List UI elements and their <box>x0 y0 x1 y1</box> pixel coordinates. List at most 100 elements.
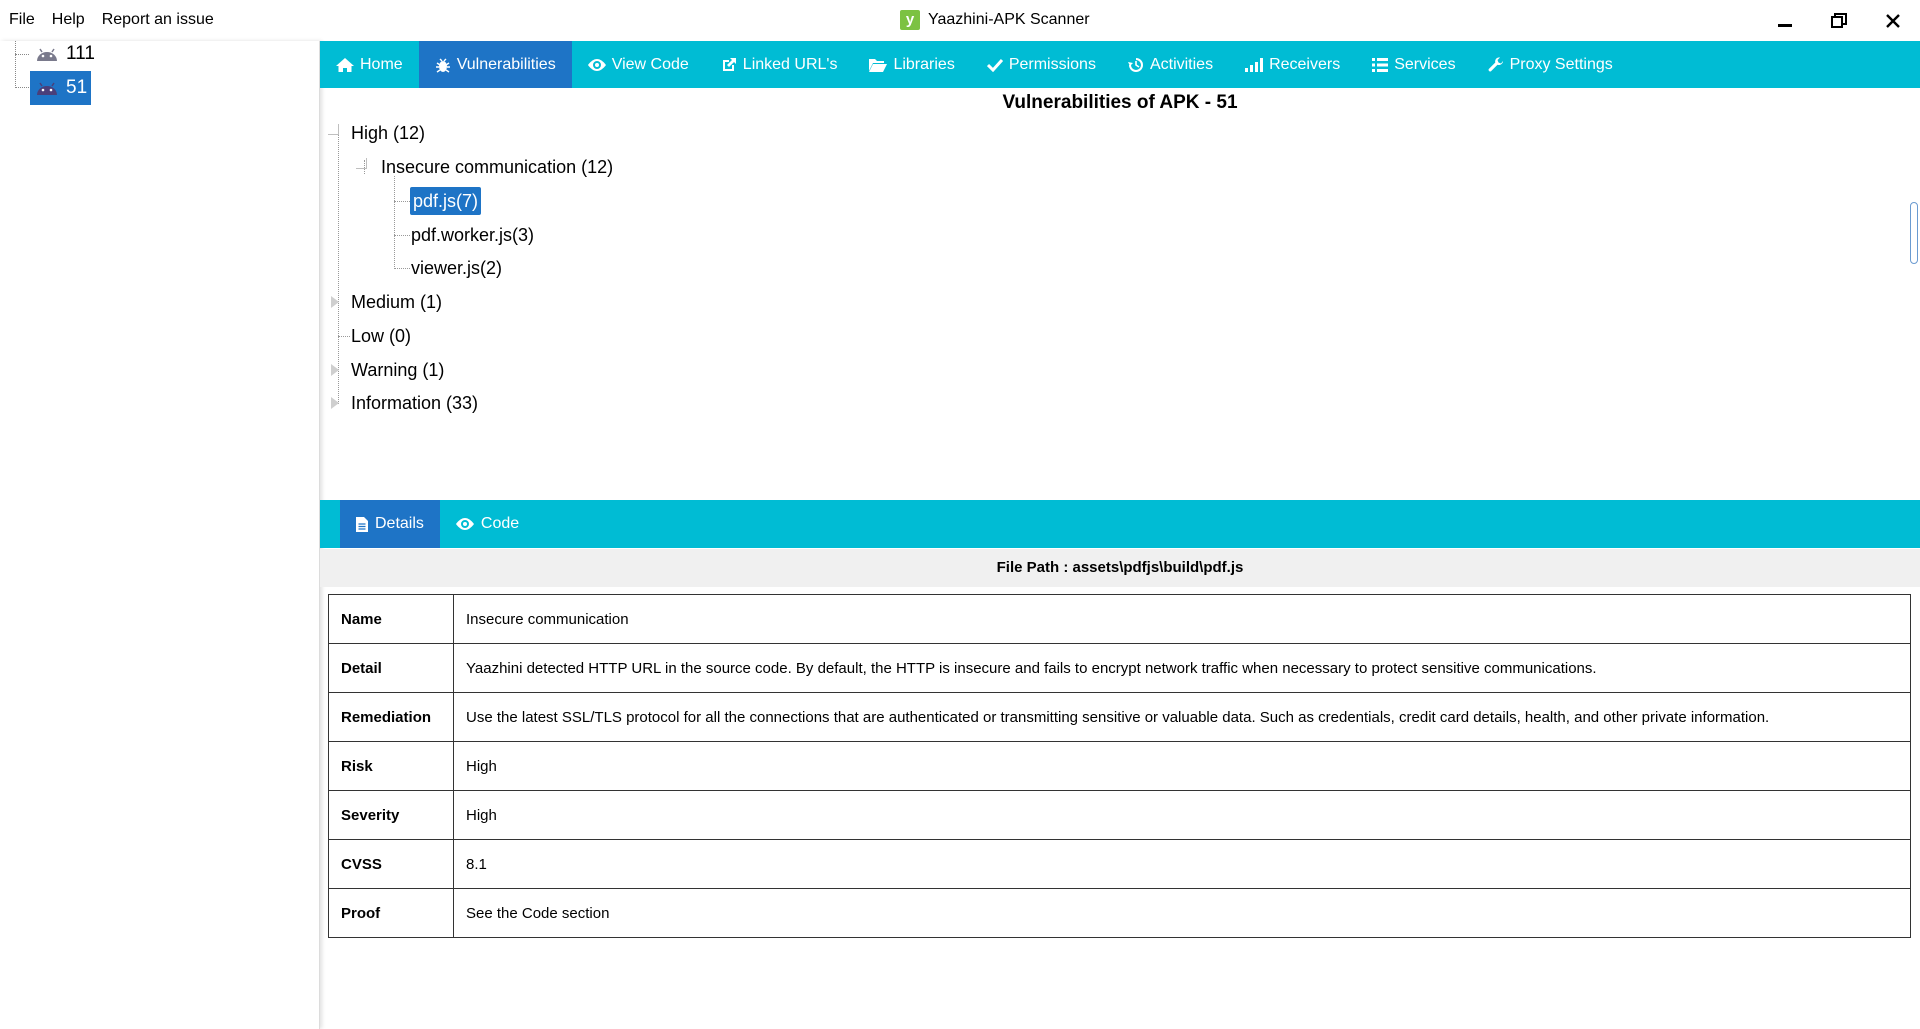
detail-value: Use the latest SSL/TLS protocol for all … <box>453 692 1911 742</box>
tree-connector <box>394 235 410 236</box>
restore-button[interactable] <box>1812 0 1866 41</box>
app-title: y Yaazhini-APK Scanner <box>900 10 1090 30</box>
tree-node-insecure-communication[interactable]: Insecure communication (12) <box>381 153 613 181</box>
app-title-text: Yaazhini-APK Scanner <box>928 11 1090 28</box>
tab-code[interactable]: Code <box>440 500 535 548</box>
tab-receivers[interactable]: Receivers <box>1229 41 1356 88</box>
tab-label: Linked URL's <box>742 55 838 73</box>
tab-label: Proxy Settings <box>1509 55 1613 73</box>
sidebar-item-51[interactable]: 51 <box>30 71 92 105</box>
detail-key: Name <box>328 594 454 644</box>
table-row: Name Insecure communication <box>328 594 1911 644</box>
tree-connector <box>394 268 410 269</box>
tree-node-warning[interactable]: Warning (1) <box>351 356 444 384</box>
detail-value: Yaazhini detected HTTP URL in the source… <box>453 643 1911 693</box>
tab-view-code[interactable]: View Code <box>572 41 705 88</box>
file-path: File Path : assets\pdfjs\build\pdf.js <box>320 549 1920 587</box>
tree-node-file[interactable]: pdf.worker.js(3) <box>411 221 534 249</box>
tab-activities[interactable]: Activities <box>1112 41 1229 88</box>
expand-icon[interactable] <box>331 397 339 409</box>
page-title: Vulnerabilities of APK - 51 <box>1002 92 1238 113</box>
tree-node-file[interactable]: pdf.js(7) <box>410 187 482 215</box>
tab-label: View Code <box>611 55 689 73</box>
restore-icon <box>1831 12 1847 28</box>
expand-icon[interactable] <box>331 296 339 308</box>
minimize-button[interactable] <box>1758 0 1812 41</box>
table-row: Detail Yaazhini detected HTTP URL in the … <box>328 643 1911 693</box>
tab-linked-urls[interactable]: Linked URL's <box>705 41 854 88</box>
detail-key: Detail <box>328 643 454 693</box>
tab-label: Vulnerabilities <box>456 55 556 73</box>
tab-details[interactable]: Details <box>340 500 440 548</box>
sidebar-item-label: 111 <box>66 43 95 64</box>
tab-label: Home <box>360 55 403 73</box>
table-row: Proof See the Code section <box>328 888 1911 938</box>
wrench-icon <box>1488 56 1503 71</box>
detail-value: 8.1 <box>453 839 1911 889</box>
tree-connector <box>15 87 29 88</box>
tab-label: Libraries <box>893 55 955 73</box>
close-icon <box>1886 13 1900 28</box>
detail-value: High <box>453 741 1911 791</box>
detail-value: See the Code section <box>453 888 1911 938</box>
tree-node-low[interactable]: Low (0) <box>351 322 411 350</box>
tab-label: Activities <box>1149 55 1214 73</box>
details-table: Name Insecure communication Detail Yaazhin… <box>328 594 1911 938</box>
detail-value: Insecure communication <box>453 594 1911 644</box>
menu-report-issue[interactable]: Report an issue <box>102 11 214 29</box>
sidebar-item-111[interactable]: 111 <box>30 37 99 71</box>
collapse-icon[interactable] <box>356 158 367 169</box>
tab-vulnerabilities[interactable]: Vulnerabilities <box>418 41 572 88</box>
detail-key: Risk <box>328 741 454 791</box>
history-icon <box>1127 57 1143 72</box>
table-row: CVSS 8.1 <box>328 839 1911 889</box>
tree-node-file[interactable]: viewer.js(2) <box>411 254 502 282</box>
tree-connector <box>338 124 339 404</box>
tab-services[interactable]: Services <box>1356 41 1471 88</box>
scrollbar[interactable] <box>1910 202 1918 264</box>
tab-permissions[interactable]: Permissions <box>971 41 1112 88</box>
close-button[interactable] <box>1866 0 1920 41</box>
minimize-icon <box>1778 24 1792 27</box>
tab-label: Permissions <box>1008 55 1096 73</box>
detail-tabs: Details Code <box>320 500 1920 548</box>
tree-node-high[interactable]: High (12) <box>351 119 425 147</box>
menu-bar: File Help Report an issue <box>9 11 214 29</box>
eye-icon <box>455 518 474 530</box>
tab-home[interactable]: Home <box>320 41 419 88</box>
menu-file[interactable]: File <box>9 11 35 29</box>
table-row: Severity High <box>328 790 1911 840</box>
detail-key: Remediation <box>328 692 454 742</box>
detail-key: CVSS <box>328 839 454 889</box>
app-logo-icon: y <box>900 10 920 30</box>
detail-key: Severity <box>328 790 454 840</box>
tab-label: Receivers <box>1269 55 1341 73</box>
eye-icon <box>587 58 606 71</box>
tab-proxy-settings[interactable]: Proxy Settings <box>1472 41 1629 88</box>
bug-icon <box>435 58 450 73</box>
tab-label: Services <box>1394 55 1456 73</box>
menu-help[interactable]: Help <box>52 11 85 29</box>
tree-connector <box>394 176 395 269</box>
tab-label: Code <box>480 515 520 532</box>
file-icon <box>356 516 368 532</box>
main-nav: Home Vulnerabilities View Code Linked UR… <box>320 41 1920 88</box>
tree-node-information[interactable]: Information (33) <box>351 389 478 417</box>
list-icon <box>1372 57 1389 72</box>
table-row: Risk High <box>328 741 1911 791</box>
folder-open-icon <box>869 58 888 72</box>
expand-icon[interactable] <box>331 364 339 376</box>
tree-connector <box>338 336 350 337</box>
title-bar: File Help Report an issue y Yaazhini-APK… <box>0 0 1920 42</box>
tree-node-medium[interactable]: Medium (1) <box>351 288 442 316</box>
signal-icon <box>1245 57 1264 72</box>
external-link-icon <box>722 57 736 71</box>
check-icon <box>986 58 1003 72</box>
android-icon <box>37 82 57 95</box>
tree-connector <box>15 41 16 86</box>
table-row: Remediation Use the latest SSL/TLS protoc… <box>328 692 1911 742</box>
collapse-icon[interactable] <box>328 124 339 135</box>
sidebar-item-label: 51 <box>66 77 88 98</box>
detail-key: Proof <box>328 888 454 938</box>
tab-libraries[interactable]: Libraries <box>853 41 970 88</box>
